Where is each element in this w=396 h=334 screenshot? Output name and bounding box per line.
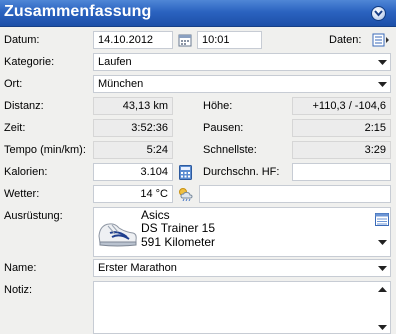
weather-extra-field[interactable] xyxy=(199,185,391,203)
shoe-image xyxy=(96,212,138,252)
data-label: Daten: xyxy=(329,34,362,46)
list-icon[interactable] xyxy=(375,212,389,226)
avg-hr-field[interactable] xyxy=(292,163,391,181)
pauses-value: 2:15 xyxy=(292,119,391,137)
location-value: München xyxy=(98,78,144,90)
name-label: Name: xyxy=(4,262,37,274)
equipment-distance: 591 Kilometer xyxy=(141,235,216,249)
elevation-value: +110,3 / -104,6 xyxy=(292,97,391,115)
time-total-value: 3:52:36 xyxy=(93,119,173,137)
note-label: Notiz: xyxy=(4,284,33,296)
category-label: Kategorie: xyxy=(4,56,55,68)
distance-label: Distanz: xyxy=(4,100,44,112)
elevation-label: Höhe: xyxy=(203,100,233,112)
time-total-label: Zeit: xyxy=(4,122,26,134)
collapse-chevron-icon[interactable] xyxy=(371,6,386,21)
chevron-down-icon[interactable] xyxy=(375,77,389,91)
name-value: Erster Marathon xyxy=(98,262,177,274)
equipment-label: Ausrüstung: xyxy=(4,210,63,222)
scroll-up-icon[interactable] xyxy=(376,285,388,293)
panel-title: Zusammenfassung xyxy=(4,3,152,20)
calories-field[interactable]: 3.104 xyxy=(93,163,173,181)
scroll-down-icon[interactable] xyxy=(376,323,388,331)
chevron-down-icon[interactable] xyxy=(375,55,389,69)
avg-hr-label: Durchschn. HF: xyxy=(203,166,280,178)
chevron-down-icon[interactable] xyxy=(375,261,389,275)
chevron-down-icon[interactable] xyxy=(376,237,388,247)
note-textarea[interactable] xyxy=(93,281,391,334)
calories-label: Kalorien: xyxy=(4,166,48,178)
equipment-box[interactable]: Asics DS Trainer 15 591 Kilometer xyxy=(93,207,391,257)
equipment-model: DS Trainer 15 xyxy=(141,221,216,235)
data-menu-icon[interactable] xyxy=(371,31,391,49)
date-field[interactable]: 14.10.2012 xyxy=(93,31,173,49)
name-select[interactable]: Erster Marathon xyxy=(93,259,391,277)
weather-label: Wetter: xyxy=(4,188,40,200)
calculator-icon[interactable] xyxy=(176,163,194,181)
weather-icon[interactable] xyxy=(176,185,196,203)
time-field[interactable]: 10:01 xyxy=(197,31,262,49)
fastest-value: 3:29 xyxy=(292,141,391,159)
location-select[interactable]: München xyxy=(93,75,391,93)
pace-label: Tempo (min/km): xyxy=(4,144,86,156)
category-value: Laufen xyxy=(98,56,132,68)
weather-temp-field[interactable]: 14 °C xyxy=(93,185,173,203)
pauses-label: Pausen: xyxy=(203,122,244,134)
category-select[interactable]: Laufen xyxy=(93,53,391,71)
fastest-label: Schnellste: xyxy=(203,144,257,156)
date-label: Datum: xyxy=(4,34,40,46)
distance-value: 43,13 km xyxy=(93,97,173,115)
calendar-icon[interactable] xyxy=(176,31,194,49)
pace-value: 5:24 xyxy=(93,141,173,159)
location-label: Ort: xyxy=(4,78,23,90)
